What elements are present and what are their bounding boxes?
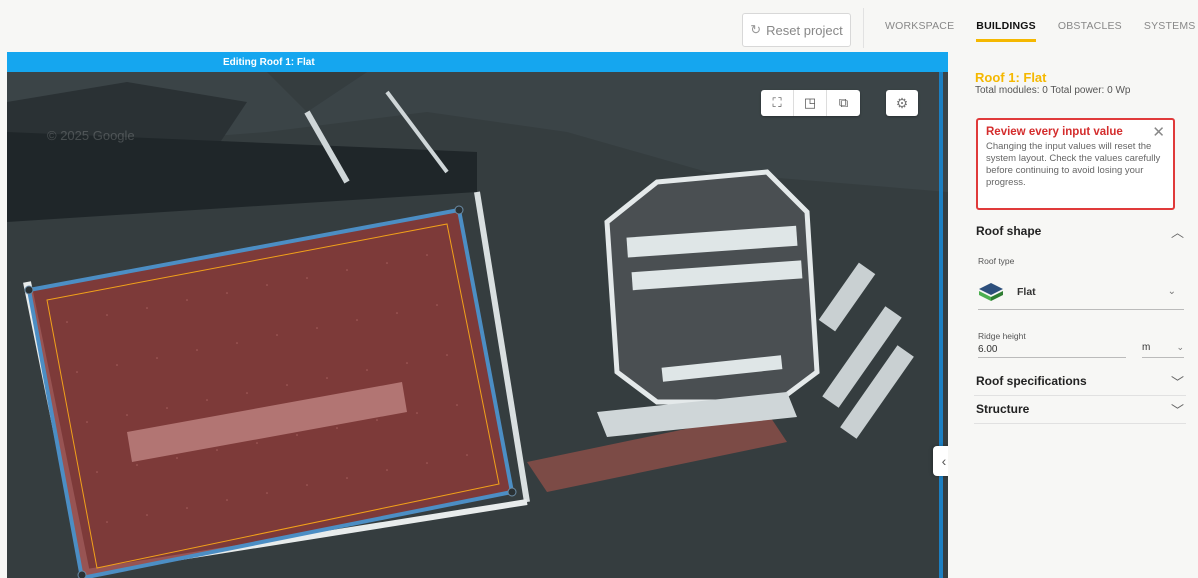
chevron-down-icon: ﹀	[1170, 374, 1184, 390]
flat-roof-icon	[979, 282, 1003, 301]
camera-icon[interactable]: ⧉	[827, 90, 860, 116]
3d-view-icon[interactable]: ◳	[794, 90, 827, 116]
roof-type-label: Roof type	[978, 256, 1015, 266]
fullscreen-icon[interactable]: ⛶	[761, 90, 794, 116]
chevron-down-icon: ⌄	[1167, 286, 1176, 297]
map-tool-group: ⛶ ◳ ⧉	[761, 90, 860, 116]
top-bar: ↻ Reset project WORKSPACE BUILDINGS OBST…	[0, 0, 1198, 52]
ridge-unit-select[interactable]: m ⌄	[1142, 342, 1184, 358]
ridge-unit-value: m	[1142, 342, 1151, 353]
reset-project-label: Reset project	[766, 22, 843, 38]
map-watermark: © 2025 Google	[47, 128, 135, 143]
map-view[interactable]: Editing Roof 1: Flat © 2025 Google ⛶ ◳ ⧉…	[7, 52, 948, 578]
tab-buildings[interactable]: BUILDINGS	[965, 0, 1047, 52]
section-divider	[974, 423, 1186, 424]
tab-obstacles[interactable]: OBSTACLES	[1047, 0, 1133, 52]
tab-systems[interactable]: SYSTEMS	[1133, 0, 1198, 52]
section-roof-specifications[interactable]: Roof specifications ﹀	[976, 368, 1184, 394]
roof-type-value: Flat	[1017, 285, 1036, 298]
alert-title: Review every input value	[986, 126, 1123, 138]
structure-label: Structure	[976, 402, 1030, 416]
refresh-icon: ↻	[750, 22, 762, 37]
roof-type-select[interactable]: Flat ⌄	[978, 274, 1184, 310]
close-icon[interactable]: ✕	[1152, 123, 1165, 141]
section-structure[interactable]: Structure ﹀	[976, 396, 1184, 422]
collapse-panel-button[interactable]: ‹	[933, 446, 948, 476]
review-alert: Review every input value Changing the in…	[976, 118, 1175, 210]
satellite-map[interactable]: © 2025 Google	[7, 72, 948, 578]
settings-icon[interactable]: ⚙	[886, 90, 918, 116]
tab-workspace[interactable]: WORKSPACE	[874, 0, 965, 52]
building-panel: Roof 1: Flat Total modules: 0 Total powe…	[960, 52, 1198, 578]
editing-banner: Editing Roof 1: Flat	[7, 52, 948, 72]
roof-specs-label: Roof specifications	[976, 374, 1087, 388]
toolbar-divider	[863, 8, 864, 48]
chevron-down-icon: ⌄	[1176, 342, 1184, 352]
main-tabs: WORKSPACE BUILDINGS OBSTACLES SYSTEMS	[874, 0, 1198, 52]
chevron-down-icon: ﹀	[1170, 402, 1184, 418]
alert-body: Changing the input values will reset the…	[986, 141, 1161, 188]
ridge-height-input[interactable]	[978, 342, 1126, 358]
roof-summary: Total modules: 0 Total power: 0 Wp	[975, 85, 1131, 96]
chevron-up-icon: ︿	[1170, 224, 1184, 240]
section-roof-shape[interactable]: Roof shape ︿	[976, 218, 1184, 244]
reset-project-button[interactable]: ↻ Reset project	[742, 13, 851, 47]
roof-title: Roof 1: Flat	[975, 70, 1047, 85]
ridge-height-label: Ridge height	[978, 331, 1026, 341]
roof-shape-label: Roof shape	[976, 224, 1042, 238]
